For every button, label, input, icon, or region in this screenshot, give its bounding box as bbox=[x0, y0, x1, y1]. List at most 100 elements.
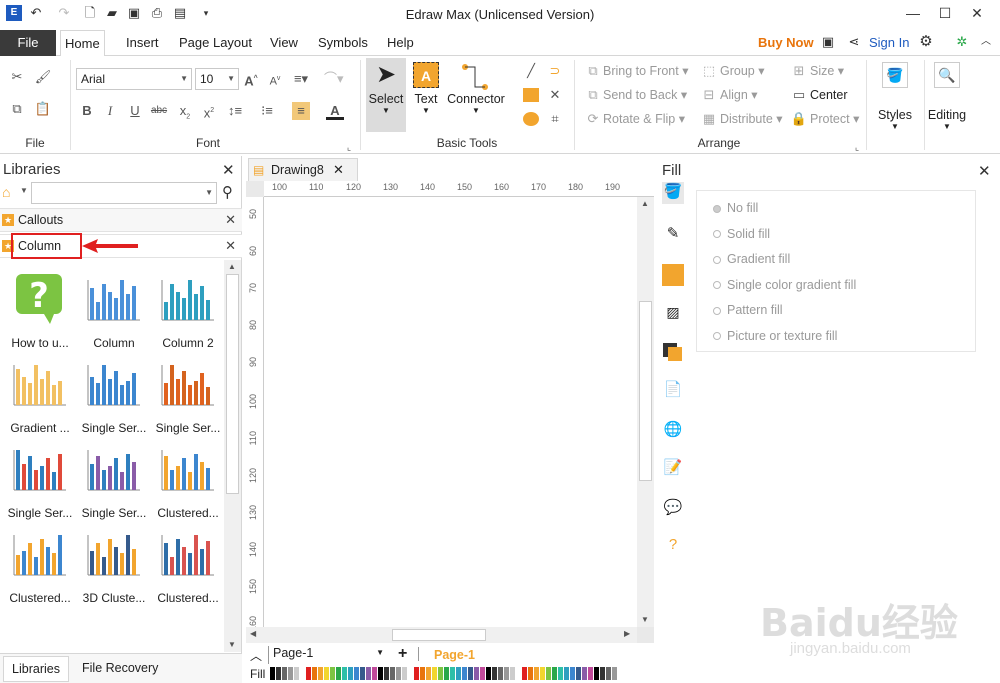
add-page-icon[interactable]: + bbox=[398, 645, 407, 663]
buy-now-link[interactable]: Buy Now bbox=[758, 35, 814, 50]
color-swatch[interactable] bbox=[468, 667, 473, 680]
send-to-back-button[interactable]: Send to Back ▾ bbox=[603, 86, 687, 104]
color-swatch[interactable] bbox=[324, 667, 329, 680]
close-library-callouts-icon[interactable]: ✕ bbox=[225, 212, 236, 228]
subscript-icon[interactable]: x2 bbox=[176, 102, 194, 121]
arrange-dialog-launcher-icon[interactable]: ⌞ bbox=[848, 138, 866, 156]
color-swatch[interactable] bbox=[480, 667, 485, 680]
scroll-down-icon[interactable]: ▼ bbox=[641, 615, 649, 624]
collapse-ribbon-icon[interactable]: ︿ bbox=[978, 34, 994, 50]
color-swatch[interactable] bbox=[546, 667, 551, 680]
copy-icon[interactable]: ⧉ bbox=[8, 100, 26, 118]
color-swatch[interactable] bbox=[438, 667, 443, 680]
color-swatch[interactable] bbox=[318, 667, 323, 680]
color-swatch[interactable] bbox=[444, 667, 449, 680]
minimize-button[interactable]: — bbox=[898, 2, 928, 24]
color-swatch[interactable] bbox=[306, 667, 311, 680]
color-swatch[interactable] bbox=[294, 667, 299, 680]
library-search-input[interactable]: ▼ bbox=[31, 182, 217, 204]
paste-icon[interactable]: 📋 bbox=[34, 100, 52, 118]
canvas-horizontal-scrollbar[interactable]: ◀ ▶ bbox=[246, 627, 637, 643]
line-tool-icon[interactable]: ╱ bbox=[522, 62, 540, 80]
help-icon[interactable]: ? bbox=[662, 536, 684, 558]
color-swatch[interactable] bbox=[390, 667, 395, 680]
color-swatch[interactable] bbox=[372, 667, 377, 680]
distribute-button[interactable]: Distribute ▾ bbox=[720, 110, 783, 128]
tab-home[interactable]: Home bbox=[60, 30, 105, 57]
color-swatch[interactable] bbox=[510, 667, 515, 680]
scroll-down-icon[interactable]: ▼ bbox=[228, 640, 236, 649]
tab-symbols[interactable]: Symbols bbox=[314, 30, 372, 56]
chevron-down-icon[interactable]: ▼ bbox=[20, 186, 28, 195]
color-swatch[interactable] bbox=[450, 667, 455, 680]
page-properties-icon[interactable]: 📄 bbox=[662, 380, 684, 402]
fill-bucket-icon[interactable]: 🪣 bbox=[662, 182, 684, 204]
fill-option[interactable]: Gradient fill bbox=[713, 252, 790, 266]
edit-data-icon[interactable]: 📝 bbox=[662, 458, 684, 480]
color-swatch[interactable] bbox=[282, 667, 287, 680]
color-swatch[interactable] bbox=[516, 667, 521, 680]
rectangle-tool-icon[interactable] bbox=[522, 86, 540, 104]
connector-tool-button[interactable]: Connector ▼ bbox=[446, 58, 506, 132]
font-color-icon[interactable]: A bbox=[326, 102, 344, 120]
text-tool-button[interactable]: A Text ▼ bbox=[408, 58, 444, 132]
tab-file-recovery[interactable]: File Recovery bbox=[82, 656, 158, 682]
scroll-right-icon[interactable]: ▶ bbox=[624, 629, 630, 638]
color-swatch[interactable] bbox=[330, 667, 335, 680]
scroll-up-icon[interactable]: ▲ bbox=[641, 199, 649, 208]
color-swatch[interactable] bbox=[462, 667, 467, 680]
tab-libraries[interactable]: Libraries bbox=[3, 656, 69, 682]
color-swatch[interactable] bbox=[606, 667, 611, 680]
shadow-icon[interactable] bbox=[662, 264, 684, 286]
styles-button[interactable]: 🪣 Styles ▼ bbox=[872, 60, 918, 140]
scroll-thumb[interactable] bbox=[392, 629, 486, 641]
color-swatch[interactable] bbox=[474, 667, 479, 680]
library-shape[interactable]: Column 2 bbox=[154, 268, 222, 350]
group-button[interactable]: Group ▾ bbox=[720, 62, 765, 80]
fill-option[interactable]: Single color gradient fill bbox=[713, 278, 856, 292]
library-shape[interactable]: ? How to u... bbox=[6, 268, 74, 350]
library-shape[interactable]: Column bbox=[80, 268, 148, 350]
color-swatch[interactable] bbox=[396, 667, 401, 680]
color-swatch[interactable] bbox=[540, 667, 545, 680]
library-shape[interactable]: Clustered... bbox=[154, 438, 222, 520]
crop-tool-icon[interactable]: ⌗ bbox=[546, 110, 564, 128]
color-swatch[interactable] bbox=[402, 667, 407, 680]
search-icon[interactable]: ⚲ bbox=[222, 183, 233, 201]
color-swatch[interactable] bbox=[270, 667, 275, 680]
library-shape[interactable]: Single Ser... bbox=[80, 353, 148, 435]
scroll-thumb[interactable] bbox=[639, 301, 652, 481]
bullets-icon[interactable]: ⁝≡ bbox=[258, 102, 276, 120]
color-swatch[interactable] bbox=[576, 667, 581, 680]
editing-button[interactable]: 🔍 Editing ▼ bbox=[926, 60, 968, 140]
tab-page-layout[interactable]: Page Layout bbox=[175, 30, 256, 56]
fill-option[interactable]: Picture or texture fill bbox=[713, 329, 837, 343]
scroll-left-icon[interactable]: ◀ bbox=[250, 629, 256, 638]
color-swatch[interactable] bbox=[558, 667, 563, 680]
page-nav-up-icon[interactable]: ︿ bbox=[250, 647, 262, 664]
underline-icon[interactable]: U bbox=[126, 102, 144, 120]
fill-option[interactable]: No fill bbox=[713, 201, 758, 215]
color-swatch[interactable] bbox=[528, 667, 533, 680]
color-swatch[interactable] bbox=[342, 667, 347, 680]
color-swatch[interactable] bbox=[354, 667, 359, 680]
color-swatch[interactable] bbox=[366, 667, 371, 680]
strikethrough-icon[interactable]: abc bbox=[150, 102, 168, 120]
color-swatch[interactable] bbox=[348, 667, 353, 680]
color-swatch[interactable] bbox=[564, 667, 569, 680]
home-icon[interactable]: ⌂ bbox=[2, 184, 10, 200]
shrink-font-icon[interactable]: Av bbox=[266, 70, 284, 88]
color-swatch[interactable] bbox=[456, 667, 461, 680]
rotate-flip-button[interactable]: Rotate & Flip ▾ bbox=[603, 110, 685, 128]
grow-font-icon[interactable]: A^ bbox=[242, 70, 260, 88]
font-dialog-launcher-icon[interactable]: ⌞ bbox=[340, 138, 358, 156]
superscript-icon[interactable]: x2 bbox=[200, 102, 218, 120]
library-shape[interactable]: Gradient ... bbox=[6, 353, 74, 435]
maximize-button[interactable]: ☐ bbox=[930, 2, 960, 24]
line-spacing-icon[interactable]: ↕≡ bbox=[226, 102, 244, 120]
fill-option[interactable]: Pattern fill bbox=[713, 303, 783, 317]
color-swatch[interactable] bbox=[612, 667, 617, 680]
globe-icon[interactable]: 🌐 bbox=[662, 420, 684, 442]
library-scrollbar[interactable]: ▲ ▼ bbox=[224, 260, 241, 652]
color-swatch[interactable] bbox=[534, 667, 539, 680]
